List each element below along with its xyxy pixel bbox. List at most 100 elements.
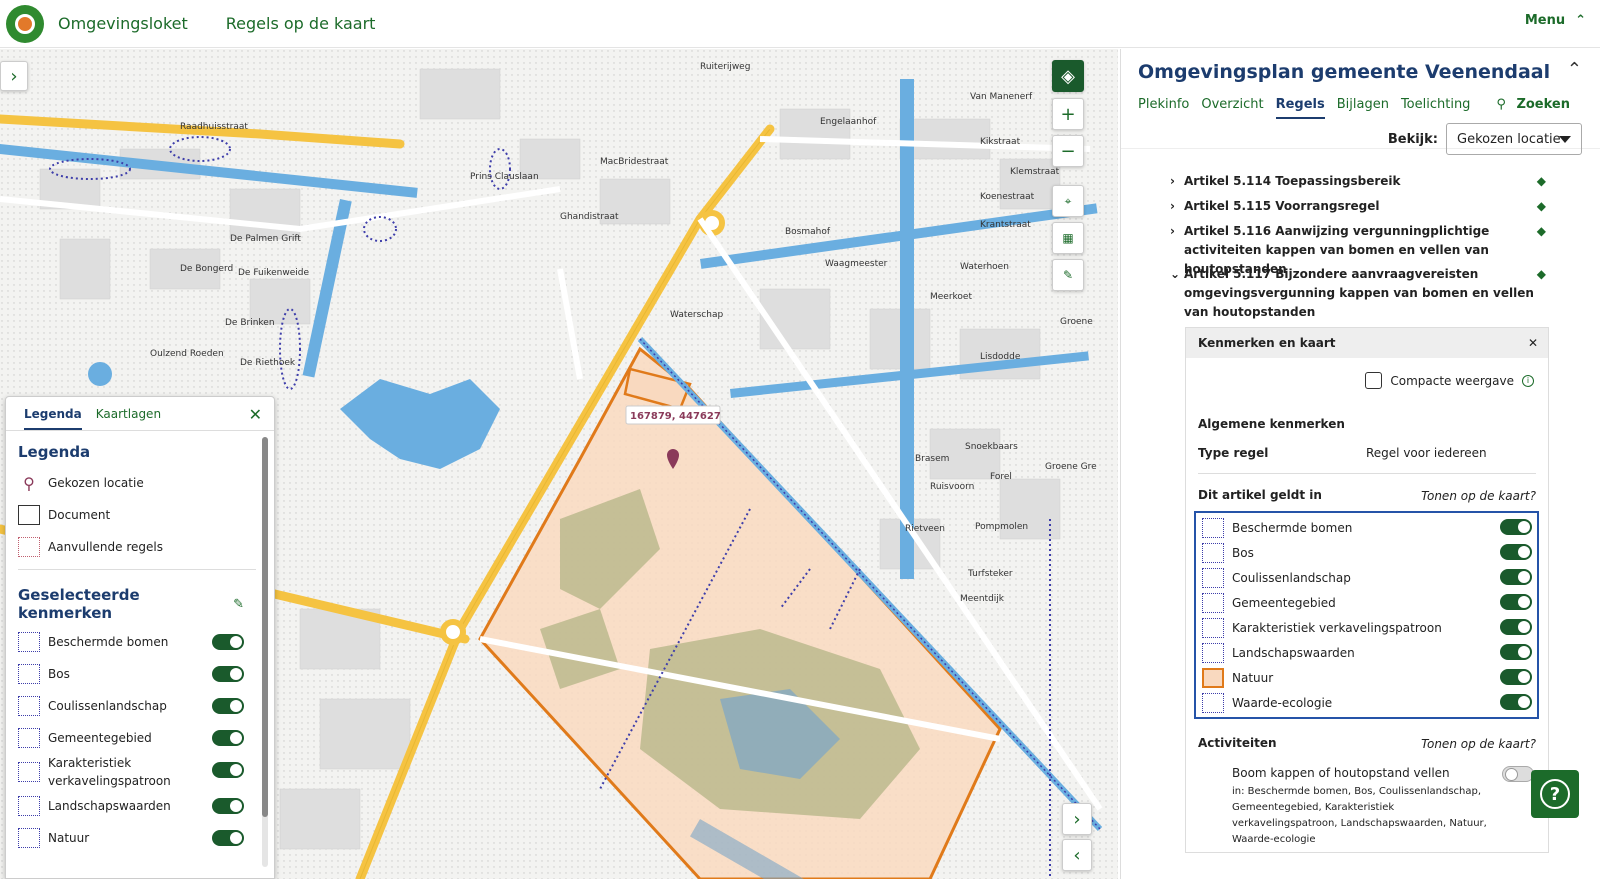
search-label: Zoeken <box>1516 97 1570 112</box>
area-row: Landschapswaarden <box>1202 640 1532 665</box>
dotted-area-icon <box>1202 542 1224 563</box>
tag-icon: ◆ <box>1536 224 1546 238</box>
svg-text:Meerkoet: Meerkoet <box>930 292 972 302</box>
rule-type-value: Regel voor iedereen <box>1366 446 1487 460</box>
menu-button[interactable]: Menu ⌃ <box>1525 13 1586 28</box>
document-boundary-icon <box>18 505 40 525</box>
compact-view-option: Compacte weergave i <box>1365 372 1534 389</box>
svg-text:Prins Clauslaan: Prins Clauslaan <box>470 172 539 182</box>
selected-feature-row: Natuur <box>18 822 274 854</box>
article-item-expanded[interactable]: ⌄ Artikel 5.117 Bijzondere aanvraagverei… <box>1170 265 1546 322</box>
dotted-area-icon <box>18 762 40 782</box>
brand-name[interactable]: Omgevingsloket <box>58 14 188 33</box>
kenmerken-title: Kenmerken en kaart <box>1198 336 1336 350</box>
general-features-title: Algemene kenmerken <box>1198 417 1345 431</box>
tab-plekinfo[interactable]: Plekinfo <box>1138 97 1189 148</box>
selected-features-title: Geselecteerde kenmerken <box>18 586 140 622</box>
area-toggle[interactable] <box>1500 694 1532 710</box>
feature-toggle[interactable] <box>212 798 244 814</box>
legend-item-label: Document <box>48 508 111 522</box>
search-button[interactable]: ⚲ Zoeken <box>1496 97 1570 112</box>
svg-text:Forel: Forel <box>990 472 1012 482</box>
chevron-right-icon: › <box>1170 224 1175 238</box>
locate-button[interactable]: ⌖ <box>1052 185 1084 217</box>
area-toggle[interactable] <box>1500 619 1532 635</box>
tab-regels[interactable]: Regels <box>1275 97 1325 119</box>
tab-legenda[interactable]: Legenda <box>24 407 82 430</box>
article-label: Artikel 5.117 Bijzondere aanvraagvereist… <box>1184 267 1534 319</box>
tab-overzicht[interactable]: Overzicht <box>1201 97 1263 148</box>
show-on-map-label: Tonen op de kaart? <box>1421 489 1536 503</box>
close-icon[interactable]: ✕ <box>249 405 262 424</box>
app-title: Regels op de kaart <box>225 14 376 33</box>
legend-item: ⚲ Gekozen locatie <box>18 467 274 499</box>
applies-in-list: Beschermde bomen Bos Coulissenlandschap … <box>1194 511 1539 719</box>
feature-toggle[interactable] <box>212 698 244 714</box>
chevron-up-icon[interactable]: ⌃ <box>1567 59 1582 80</box>
next-button[interactable]: › <box>1062 803 1092 835</box>
area-toggle[interactable] <box>1500 669 1532 685</box>
omgevingsloket-logo-icon[interactable] <box>6 4 44 43</box>
dotted-area-icon <box>18 696 40 716</box>
feature-toggle[interactable] <box>212 730 244 746</box>
feature-toggle[interactable] <box>212 830 244 846</box>
svg-text:Pompmolen: Pompmolen <box>975 522 1028 532</box>
area-label: Landschapswaarden <box>1232 645 1355 660</box>
svg-text:MacBridestraat: MacBridestraat <box>600 157 669 167</box>
area-row: Beschermde bomen <box>1202 515 1532 540</box>
area-toggle[interactable] <box>1500 569 1532 585</box>
selected-feature-row: Karakteristiek verkavelingspatroon <box>18 754 274 790</box>
article-item[interactable]: › Artikel 5.115 Voorrangsregel ◆ <box>1170 197 1546 216</box>
svg-text:Snoekbaars: Snoekbaars <box>965 442 1018 452</box>
ruler-icon: ▦ <box>1062 231 1074 245</box>
info-icon[interactable]: i <box>1522 374 1534 387</box>
area-row: Coulissenlandschap <box>1202 565 1532 590</box>
expand-panel-button[interactable]: › <box>0 61 28 91</box>
previous-button[interactable]: ‹ <box>1062 839 1092 871</box>
feature-toggle[interactable] <box>212 762 244 778</box>
legend-scrollbar[interactable] <box>262 437 268 867</box>
area-toggle[interactable] <box>1500 544 1532 560</box>
layers-button[interactable]: ◈ <box>1052 60 1084 92</box>
area-toggle[interactable] <box>1500 519 1532 535</box>
edit-icon[interactable]: ✎ <box>233 597 244 612</box>
svg-text:Ruiterijweg: Ruiterijweg <box>700 62 750 72</box>
pencil-icon: ✎ <box>1062 268 1074 282</box>
chevron-down-icon: ⌄ <box>1170 267 1181 281</box>
activity-toggle[interactable] <box>1502 766 1534 782</box>
kenmerken-header: Kenmerken en kaart ✕ <box>1186 328 1548 358</box>
nature-area-icon <box>1202 667 1224 688</box>
compact-view-label: Compacte weergave <box>1390 373 1514 388</box>
area-label: Gemeentegebied <box>1232 595 1336 610</box>
svg-text:Kikstraat: Kikstraat <box>980 137 1021 147</box>
svg-text:Engelaanhof: Engelaanhof <box>820 117 877 127</box>
selected-feature-row: Gemeentegebied <box>18 722 274 754</box>
svg-text:Koenestraat: Koenestraat <box>980 192 1035 202</box>
area-row: Bos <box>1202 540 1532 565</box>
feature-toggle[interactable] <box>212 634 244 650</box>
svg-text:De Fuikenweide: De Fuikenweide <box>238 268 309 278</box>
view-select[interactable]: Gekozen locatie <box>1446 123 1582 155</box>
area-toggle[interactable] <box>1500 644 1532 660</box>
svg-text:Ghandistraat: Ghandistraat <box>560 212 619 222</box>
area-label: Natuur <box>1232 670 1274 685</box>
tab-bijlagen[interactable]: Bijlagen <box>1337 97 1389 148</box>
feature-toggle[interactable] <box>212 666 244 682</box>
area-toggle[interactable] <box>1500 594 1532 610</box>
dotted-area-icon <box>18 664 40 684</box>
tab-kaartlagen[interactable]: Kaartlagen <box>96 407 161 430</box>
selected-feature-label: Gemeentegebied <box>48 731 152 745</box>
selected-feature-label: Coulissenlandschap <box>48 699 167 713</box>
measure-button[interactable]: ▦ <box>1052 222 1084 254</box>
compact-view-checkbox[interactable] <box>1365 372 1383 389</box>
help-button[interactable]: ? <box>1531 770 1579 818</box>
close-icon[interactable]: ✕ <box>1528 336 1538 350</box>
selected-features-header: Geselecteerde kenmerken ✎ <box>18 586 244 622</box>
zoom-in-button[interactable]: + <box>1052 98 1084 130</box>
selected-feature-label: Bos <box>48 667 70 681</box>
draw-button[interactable]: ✎ <box>1052 259 1084 291</box>
rule-type-label: Type regel <box>1198 446 1269 460</box>
article-item[interactable]: › Artikel 5.114 Toepassingsbereik ◆ <box>1170 172 1546 191</box>
zoom-out-button[interactable]: − <box>1052 135 1084 167</box>
map-canvas[interactable]: Raadhuisstraat Prins Clauslaan Ghandistr… <box>0 49 1118 879</box>
